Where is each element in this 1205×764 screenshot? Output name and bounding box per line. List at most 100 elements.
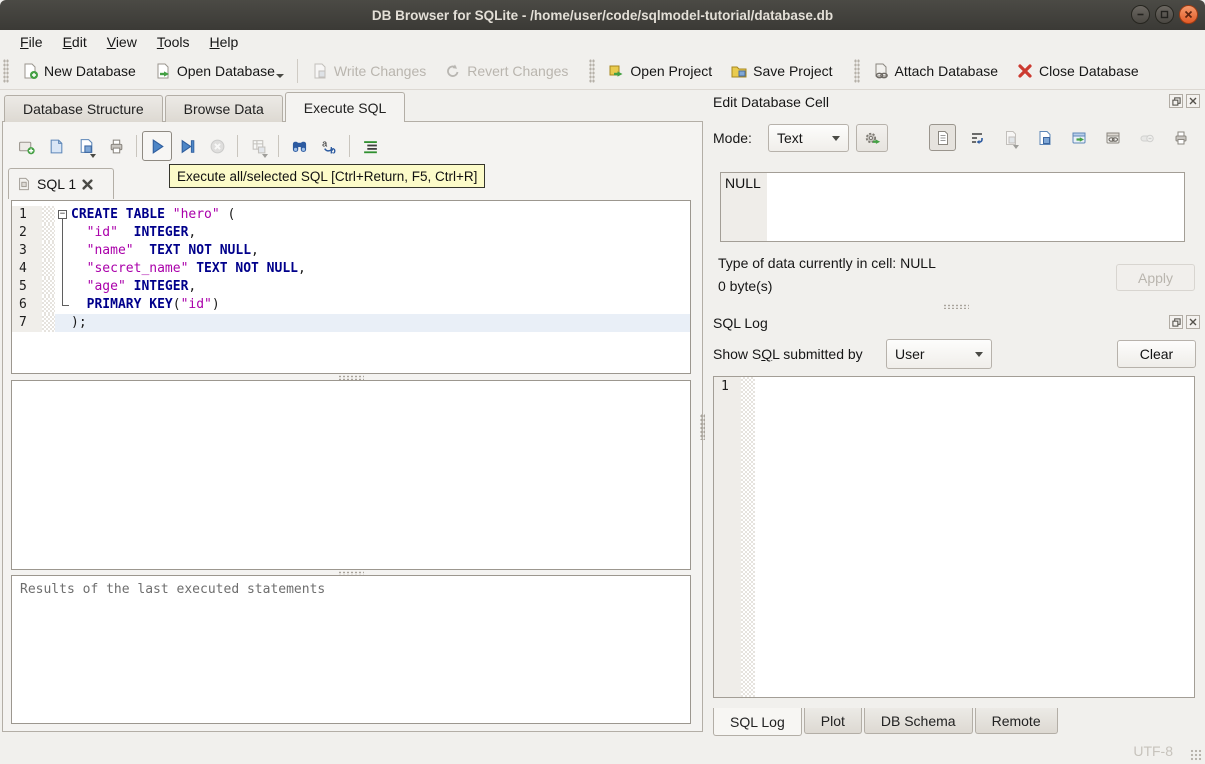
combo-arrow-icon (832, 135, 840, 141)
code-line-2: 2 "id" INTEGER, (12, 224, 690, 242)
log-filter-value: User (895, 346, 925, 362)
word-wrap-icon (969, 130, 985, 146)
menubar: File Edit View Tools Help (0, 30, 1205, 53)
close-icon (1184, 10, 1193, 19)
tab-plot[interactable]: Plot (803, 708, 862, 734)
save-results-icon (250, 138, 267, 155)
auto-format-button[interactable] (856, 124, 888, 152)
open-database-dropdown-caret[interactable] (275, 74, 284, 78)
open-database-button[interactable]: Open Database (145, 58, 293, 84)
mode-select[interactable]: Text (768, 124, 849, 152)
execute-sql-button[interactable] (142, 131, 172, 161)
save-project-button[interactable]: Save Project (721, 58, 841, 84)
code-text: "age" INTEGER, (86, 279, 197, 294)
fold-guide-end (55, 296, 71, 314)
open-project-button[interactable]: Open Project (598, 58, 721, 84)
float-panel-button[interactable] (1169, 94, 1183, 108)
new-tab-icon (18, 138, 35, 155)
revert-changes-button[interactable]: Revert Changes (435, 58, 577, 84)
external-window-icon (1071, 130, 1087, 146)
save-file-dropdown-caret[interactable] (90, 154, 96, 158)
word-wrap-button[interactable] (963, 124, 990, 151)
menu-file[interactable]: File (10, 32, 53, 52)
apply-button[interactable]: Apply (1116, 264, 1195, 291)
close-tab-icon[interactable] (82, 178, 93, 190)
open-external-button[interactable] (1065, 124, 1092, 151)
print-sql-button[interactable] (101, 131, 131, 161)
sql-code-editor[interactable]: 1 − CREATE TABLE "hero" ( 2 "id" INTEGER… (11, 200, 691, 374)
float-panel-button[interactable] (1169, 315, 1183, 329)
menu-view[interactable]: View (97, 32, 147, 52)
menu-edit[interactable]: Edit (53, 32, 97, 52)
text-mode-button[interactable] (929, 124, 956, 151)
sql-1-tab[interactable]: SQL 1 (8, 168, 114, 199)
line-number: 4 (12, 260, 42, 278)
fold-guide (55, 224, 71, 242)
main-vertical-splitter[interactable] (699, 121, 706, 732)
editor-margin (42, 260, 55, 278)
toolbar-drag-handle[interactable] (3, 59, 9, 83)
splitter-handle-icon (338, 374, 364, 380)
format-sql-button[interactable] (355, 131, 385, 161)
print-cell-button[interactable] (1167, 124, 1194, 151)
stop-sql-button[interactable] (202, 131, 232, 161)
sql-log-header: SQL Log (707, 313, 1204, 335)
gear-icon (864, 130, 881, 147)
write-changes-button[interactable]: Write Changes (302, 58, 435, 84)
minimize-button[interactable] (1131, 5, 1150, 24)
maximize-button[interactable] (1155, 5, 1174, 24)
cell-value: NULL (725, 175, 761, 191)
toolbar-drag-handle[interactable] (589, 59, 596, 83)
dock-splitter[interactable] (707, 304, 1204, 309)
log-line-number: 1 (721, 379, 729, 394)
close-panel-button[interactable] (1186, 94, 1200, 108)
toolbar-drag-handle[interactable] (853, 59, 860, 83)
fold-marker-collapse[interactable]: − (55, 206, 71, 224)
tab-browse-data[interactable]: Browse Data (164, 95, 283, 122)
execute-current-line-button[interactable] (172, 131, 202, 161)
menu-tools[interactable]: Tools (147, 32, 200, 52)
sql-toolbar-separator (136, 135, 137, 157)
import-data-button[interactable] (997, 124, 1024, 151)
tab-sql-log[interactable]: SQL Log (713, 708, 802, 736)
results-grid-panel[interactable] (11, 380, 691, 570)
close-window-button[interactable] (1179, 5, 1198, 24)
new-sql-tab-button[interactable] (11, 131, 41, 161)
link-url-button[interactable] (1099, 124, 1126, 151)
menu-help[interactable]: Help (200, 32, 249, 52)
attach-database-button[interactable]: Attach Database (863, 58, 1008, 84)
line-number: 1 (12, 206, 42, 224)
clear-log-button[interactable]: Clear (1117, 340, 1196, 368)
svg-text:a: a (322, 138, 328, 148)
find-button[interactable] (284, 131, 314, 161)
open-sql-file-button[interactable] (41, 131, 71, 161)
cell-value-editor[interactable]: NULL (720, 172, 1185, 242)
cell-type-info: Type of data currently in cell: NULL (718, 255, 936, 271)
tab-remote[interactable]: Remote (974, 708, 1058, 734)
save-sql-file-button[interactable] (71, 131, 101, 161)
log-filter-select[interactable]: User (886, 339, 992, 369)
sql-log-view[interactable]: 1 (713, 376, 1195, 698)
replace-icon: ab (321, 138, 338, 155)
maximize-icon (1160, 10, 1169, 19)
save-project-icon (730, 62, 748, 80)
close-panel-button[interactable] (1186, 315, 1200, 329)
replace-button[interactable]: ab (314, 131, 344, 161)
titlebar[interactable]: DB Browser for SQLite - /home/user/code/… (0, 0, 1205, 30)
import-dropdown-caret[interactable] (1012, 144, 1019, 149)
set-null-button[interactable] (1133, 124, 1160, 151)
fold-guide (55, 278, 71, 296)
new-database-button[interactable]: New Database (12, 58, 145, 84)
save-results-button[interactable] (243, 131, 273, 161)
export-data-button[interactable] (1031, 124, 1058, 151)
tab-db-schema[interactable]: DB Schema (863, 708, 973, 734)
resize-grip[interactable] (1190, 749, 1202, 761)
code-text: "id" INTEGER, (86, 225, 197, 240)
tab-execute-sql[interactable]: Execute SQL (284, 92, 406, 122)
close-database-icon (1016, 62, 1034, 80)
save-results-dropdown-caret[interactable] (262, 154, 268, 158)
close-database-button[interactable]: Close Database (1007, 58, 1148, 84)
tab-database-structure[interactable]: Database Structure (4, 95, 163, 122)
execution-results-panel[interactable]: Results of the last executed statements (11, 575, 691, 724)
revert-changes-icon (444, 62, 462, 80)
